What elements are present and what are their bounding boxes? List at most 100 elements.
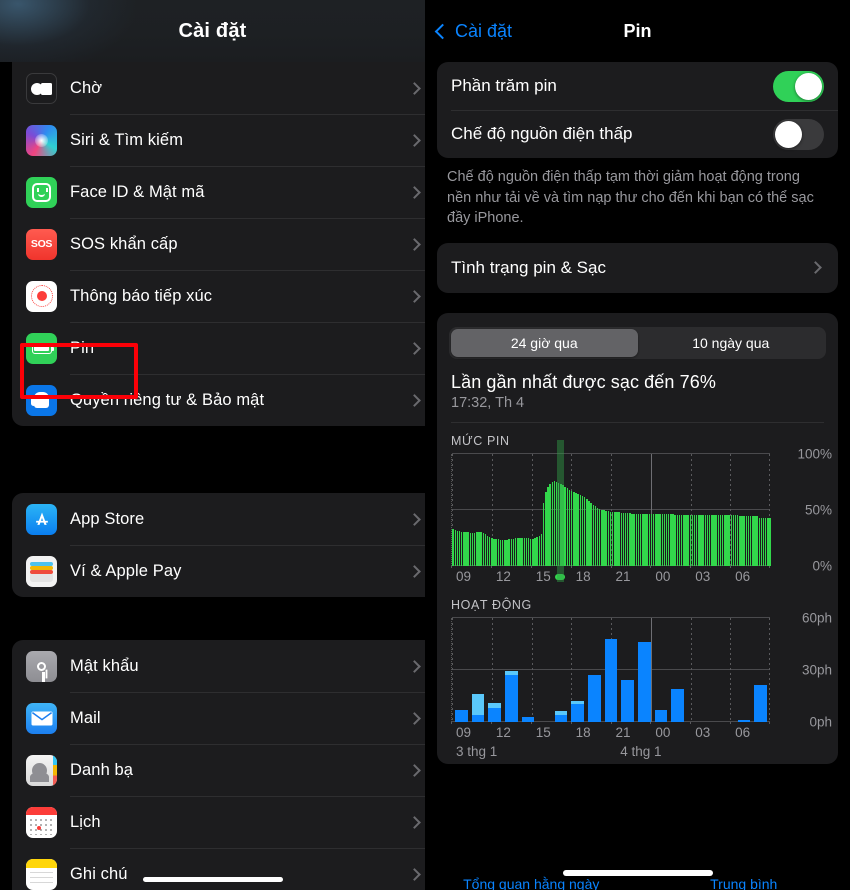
settings-scroll-area[interactable]: Chờ Siri & Tìm kiếm Face ID & Mật mã SOS…: [0, 0, 425, 890]
bar-segment-screen-on: [455, 709, 468, 722]
x-tick-label: 09: [456, 724, 472, 740]
activity-chart-title: HOẠT ĐỘNG: [451, 597, 532, 612]
screenshot-root: Chờ Siri & Tìm kiếm Face ID & Mật mã SOS…: [0, 0, 850, 890]
sidebar-item-privacy[interactable]: Quyền riêng tư & Bảo mật: [12, 374, 425, 426]
x-tick-label: 21: [615, 568, 631, 584]
sidebar-item-label: Quyền riêng tư & Bảo mật: [70, 390, 265, 409]
chart-bar: [588, 618, 601, 722]
settings-list-panel: Chờ Siri & Tìm kiếm Face ID & Mật mã SOS…: [0, 0, 425, 890]
chart-bar: [737, 618, 751, 722]
row-low-power-mode[interactable]: Chế độ nguồn điện thấp: [437, 110, 838, 158]
battery-level-plot: 0% 50% 100%: [451, 439, 832, 582]
sidebar-item-exposure-notifications[interactable]: Thông báo tiếp xúc: [12, 270, 425, 322]
low-power-mode-description: Chế độ nguồn điện thấp tạm thời giảm hoạ…: [447, 169, 814, 227]
battery-percentage-toggle[interactable]: [773, 70, 824, 102]
back-button-label: Cài đặt: [455, 20, 513, 41]
x-tick-mark: [490, 565, 492, 571]
x-tick-mark: [769, 565, 770, 571]
y-tick-label: 0ph: [809, 714, 832, 730]
chart-bar: [504, 618, 518, 722]
time-range-segmented-control[interactable]: 24 giờ qua 10 ngày qua: [449, 326, 826, 359]
x-tick-mark: [690, 565, 692, 571]
segment-last-24-hours[interactable]: 24 giờ qua: [451, 328, 638, 357]
sidebar-item-label: Mail: [70, 708, 101, 727]
wallet-icon: [26, 555, 57, 587]
sidebar-item-battery[interactable]: Pin: [12, 322, 425, 374]
sidebar-item-passwords[interactable]: Mật khẩu: [12, 640, 425, 692]
sidebar-item-calendar[interactable]: Lịch: [12, 796, 425, 848]
row-battery-percentage[interactable]: Phần trăm pin: [437, 62, 838, 110]
chart-bar: [538, 618, 551, 722]
sidebar-item-mail[interactable]: Mail: [12, 692, 425, 744]
sidebar-item-label: Lịch: [70, 812, 101, 831]
x-tick-mark: [610, 565, 612, 571]
chevron-left-icon: [434, 23, 451, 39]
chart-bar: [769, 517, 771, 566]
activity-day-labels: 3 thg 1 4 thg 1: [451, 744, 770, 764]
home-indicator: [142, 877, 283, 882]
chevron-right-icon: [408, 564, 421, 578]
x-tick-mark: [769, 721, 770, 727]
battery-level-chart: 0% 50% 100% 09 12 15 18 21 00 03 06: [437, 439, 838, 588]
row-battery-health-charging[interactable]: Tình trạng pin & Sạc: [437, 243, 838, 293]
back-button[interactable]: Cài đặt: [434, 20, 513, 42]
chevron-right-icon: [408, 185, 421, 199]
x-tick-label: 09: [456, 568, 472, 584]
passwords-key-icon: [26, 650, 57, 682]
home-indicator: [562, 870, 713, 876]
chevron-right-icon: [408, 659, 421, 673]
sidebar-item-standby[interactable]: Chờ: [12, 62, 425, 114]
activity-chart: 0ph 30ph 60ph 09 12 15 18 21 00 03 06 3 thg 1 4 th…: [437, 610, 838, 764]
sidebar-item-app-store[interactable]: App Store: [12, 493, 425, 545]
x-tick-mark: [690, 721, 692, 727]
settings-group-system: Chờ Siri & Tìm kiếm Face ID & Mật mã SOS…: [12, 62, 425, 426]
x-tick-mark: [650, 565, 652, 571]
chevron-right-icon: [408, 815, 421, 829]
chart-bar: [521, 618, 535, 722]
contacts-icon: [26, 754, 57, 786]
sidebar-item-sos[interactable]: SOS SOS khẩn cấp: [12, 218, 425, 270]
sidebar-item-contacts[interactable]: Danh bạ: [12, 744, 425, 796]
sidebar-item-siri[interactable]: Siri & Tìm kiếm: [12, 114, 425, 166]
y-tick-label: 100%: [797, 446, 832, 462]
bar-segment-screen-on: [637, 642, 651, 722]
chevron-right-icon: [408, 133, 421, 147]
chart-bar: [554, 618, 568, 722]
battery-detail-panel: Cài đặt Pin Phần trăm pin Chế độ nguồn đ…: [425, 0, 850, 890]
day-label: 4 thg 1: [620, 743, 662, 759]
x-tick-label: 18: [575, 724, 591, 740]
x-tick-label: 00: [655, 724, 671, 740]
x-tick-mark: [490, 721, 492, 727]
day-label: 3 thg 1: [456, 743, 498, 759]
chevron-right-icon: [408, 393, 421, 407]
chevron-right-icon: [408, 512, 421, 526]
chart-bar: [637, 618, 651, 722]
chart-bar: [604, 618, 618, 722]
chart-bar: [621, 618, 634, 722]
sidebar-item-wallet[interactable]: Ví & Apple Pay: [12, 545, 425, 597]
x-tick-label: 03: [695, 724, 711, 740]
segment-last-10-days[interactable]: 10 ngày qua: [638, 329, 825, 357]
y-tick-label: 50%: [804, 502, 832, 518]
battery-scroll-area[interactable]: Phần trăm pin Chế độ nguồn điện thấp Chế…: [425, 62, 850, 890]
low-power-mode-toggle[interactable]: [773, 118, 824, 150]
chart-bar: [471, 618, 485, 722]
bar-segment-screen-off: [471, 694, 485, 715]
chart-bar: [688, 618, 701, 722]
charging-band: [556, 439, 564, 582]
battery-health-group: Tình trạng pin & Sạc: [437, 242, 838, 293]
x-tick-label: 12: [495, 568, 511, 584]
x-tick-mark: [650, 721, 652, 727]
x-tick-label: 21: [615, 724, 631, 740]
sidebar-item-notes[interactable]: Ghi chú: [12, 848, 425, 890]
x-tick-label: 12: [495, 724, 511, 740]
x-tick-mark: [530, 721, 532, 727]
sidebar-item-label: Face ID & Mật mã: [70, 182, 205, 201]
sidebar-item-faceid[interactable]: Face ID & Mật mã: [12, 166, 425, 218]
chart-bar: [754, 618, 767, 722]
bar-segment-screen-on: [604, 638, 618, 722]
chevron-right-icon: [408, 867, 421, 881]
bar-segment-screen-on: [671, 688, 684, 722]
chart-bar: [704, 618, 717, 722]
x-tick-label: 18: [575, 568, 591, 584]
